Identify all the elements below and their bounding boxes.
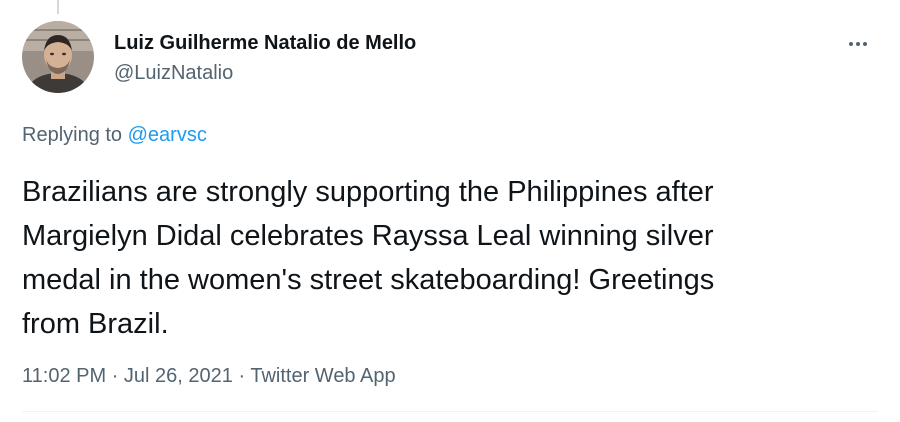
reply-mention-link[interactable]: @earvsc <box>128 124 207 146</box>
more-dot <box>863 42 867 46</box>
author-name[interactable]: Luiz Guilherme Natalio de Mello <box>114 32 416 55</box>
avatar[interactable] <box>22 21 94 93</box>
more-dot <box>849 42 853 46</box>
tweet-text: Brazilians are strongly supporting the P… <box>22 170 882 346</box>
tweet-source-link[interactable]: Twitter Web App <box>250 365 395 387</box>
tweet-metadata: 11:02 PM · Jul 26, 2021 · Twitter Web Ap… <box>22 365 396 388</box>
meta-separator: · <box>111 365 119 387</box>
tweet-time-link[interactable]: 11:02 PM <box>22 365 106 387</box>
avatar-image <box>22 21 94 93</box>
tweet-date-link[interactable]: Jul 26, 2021 <box>124 365 233 387</box>
tweet-text-line: Brazilians are strongly supporting the P… <box>22 176 714 208</box>
meta-separator: · <box>238 365 246 387</box>
replying-to: Replying to @earvsc <box>22 124 207 147</box>
tweet-text-line: from Brazil. <box>22 308 169 340</box>
tweet-text-line: Margielyn Didal celebrates Rayssa Leal w… <box>22 220 714 252</box>
thread-connector-line <box>57 0 59 14</box>
author-handle[interactable]: @LuizNatalio <box>114 62 233 85</box>
tweet-text-line: medal in the women's street skateboardin… <box>22 264 715 296</box>
replying-to-label: Replying to <box>22 124 123 146</box>
divider <box>22 411 878 412</box>
more-horizontal-icon[interactable] <box>844 36 872 52</box>
more-dot <box>856 42 860 46</box>
